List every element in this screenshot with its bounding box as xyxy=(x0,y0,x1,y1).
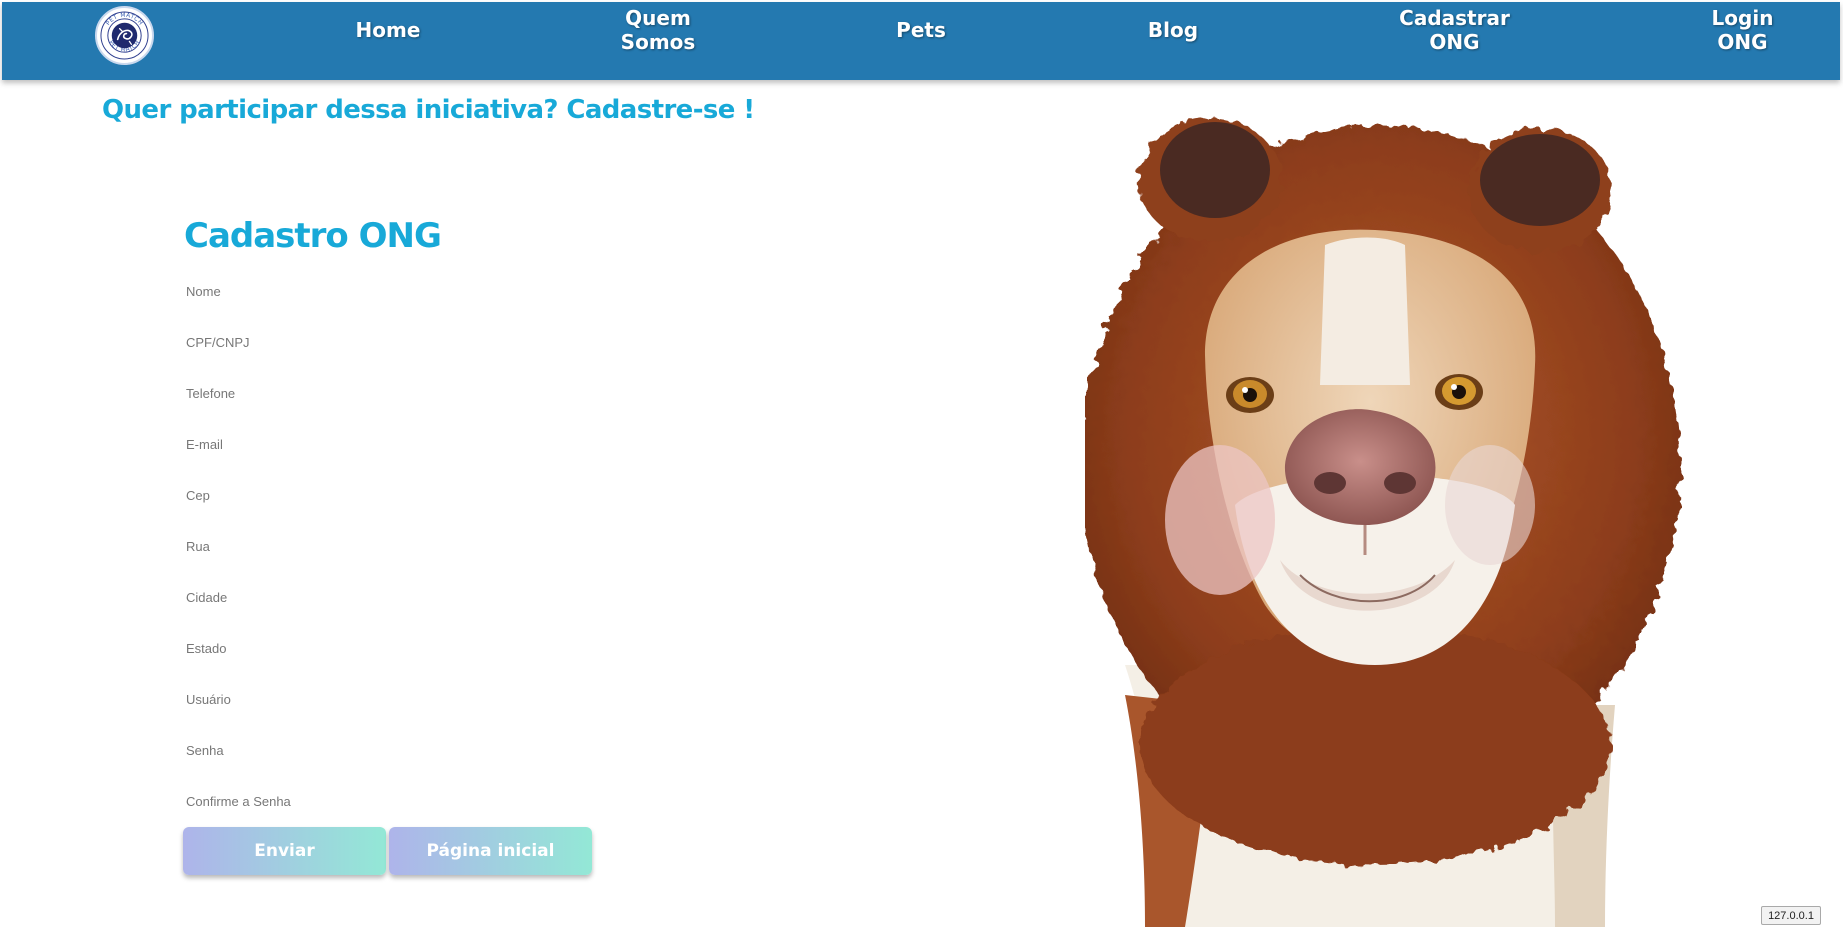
nav-quem-somos[interactable]: Quem Somos xyxy=(602,2,714,58)
nav-login-ong[interactable]: Login ONG xyxy=(1690,2,1795,58)
rua-field[interactable] xyxy=(184,531,704,561)
nav-home[interactable]: Home xyxy=(337,2,439,58)
pagina-inicial-button[interactable]: Página inicial xyxy=(389,827,592,875)
cep-field[interactable] xyxy=(184,480,704,510)
nav-blog[interactable]: Blog xyxy=(1122,2,1224,58)
nome-field[interactable] xyxy=(184,276,704,306)
pet-match-logo[interactable]: PET MATCH PET MATCH xyxy=(95,6,154,65)
nav-cadastrar-ong-label-line2: ONG xyxy=(1429,30,1480,54)
top-navbar: PET MATCH PET MATCH Home Quem Somos Pets… xyxy=(2,2,1840,80)
enviar-button[interactable]: Enviar xyxy=(183,827,386,875)
nav-pets-label: Pets xyxy=(896,18,946,42)
nav-quem-somos-label-line1: Quem xyxy=(625,6,691,30)
nav-blog-label: Blog xyxy=(1147,18,1199,42)
nav-cadastrar-ong[interactable]: Cadastrar ONG xyxy=(1382,2,1527,58)
nav-quem-somos-label-line2: Somos xyxy=(620,30,696,54)
pet-match-logo-icon: PET MATCH PET MATCH xyxy=(100,11,149,60)
email-field[interactable] xyxy=(184,429,704,459)
nav-login-ong-label-line1: Login xyxy=(1711,6,1774,30)
estado-field[interactable] xyxy=(184,633,704,663)
host-status-badge: 127.0.0.1 xyxy=(1761,906,1821,925)
usuario-field[interactable] xyxy=(184,684,704,714)
confirme-senha-field[interactable] xyxy=(184,786,704,816)
nav-cadastrar-ong-label-line1: Cadastrar xyxy=(1399,6,1510,30)
senha-field[interactable] xyxy=(184,735,704,765)
nav-login-ong-label-line2: ONG xyxy=(1717,30,1768,54)
form-title: Cadastro ONG xyxy=(184,216,442,256)
dog-in-bear-hat-photo xyxy=(1085,118,1680,927)
cidade-field[interactable] xyxy=(184,582,704,612)
signup-headline: Quer participar dessa iniciativa? Cadast… xyxy=(102,95,755,125)
cpf-cnpj-field[interactable] xyxy=(184,327,704,357)
telefone-field[interactable] xyxy=(184,378,704,408)
nav-pets[interactable]: Pets xyxy=(870,2,972,58)
nav-home-label: Home xyxy=(355,18,421,42)
